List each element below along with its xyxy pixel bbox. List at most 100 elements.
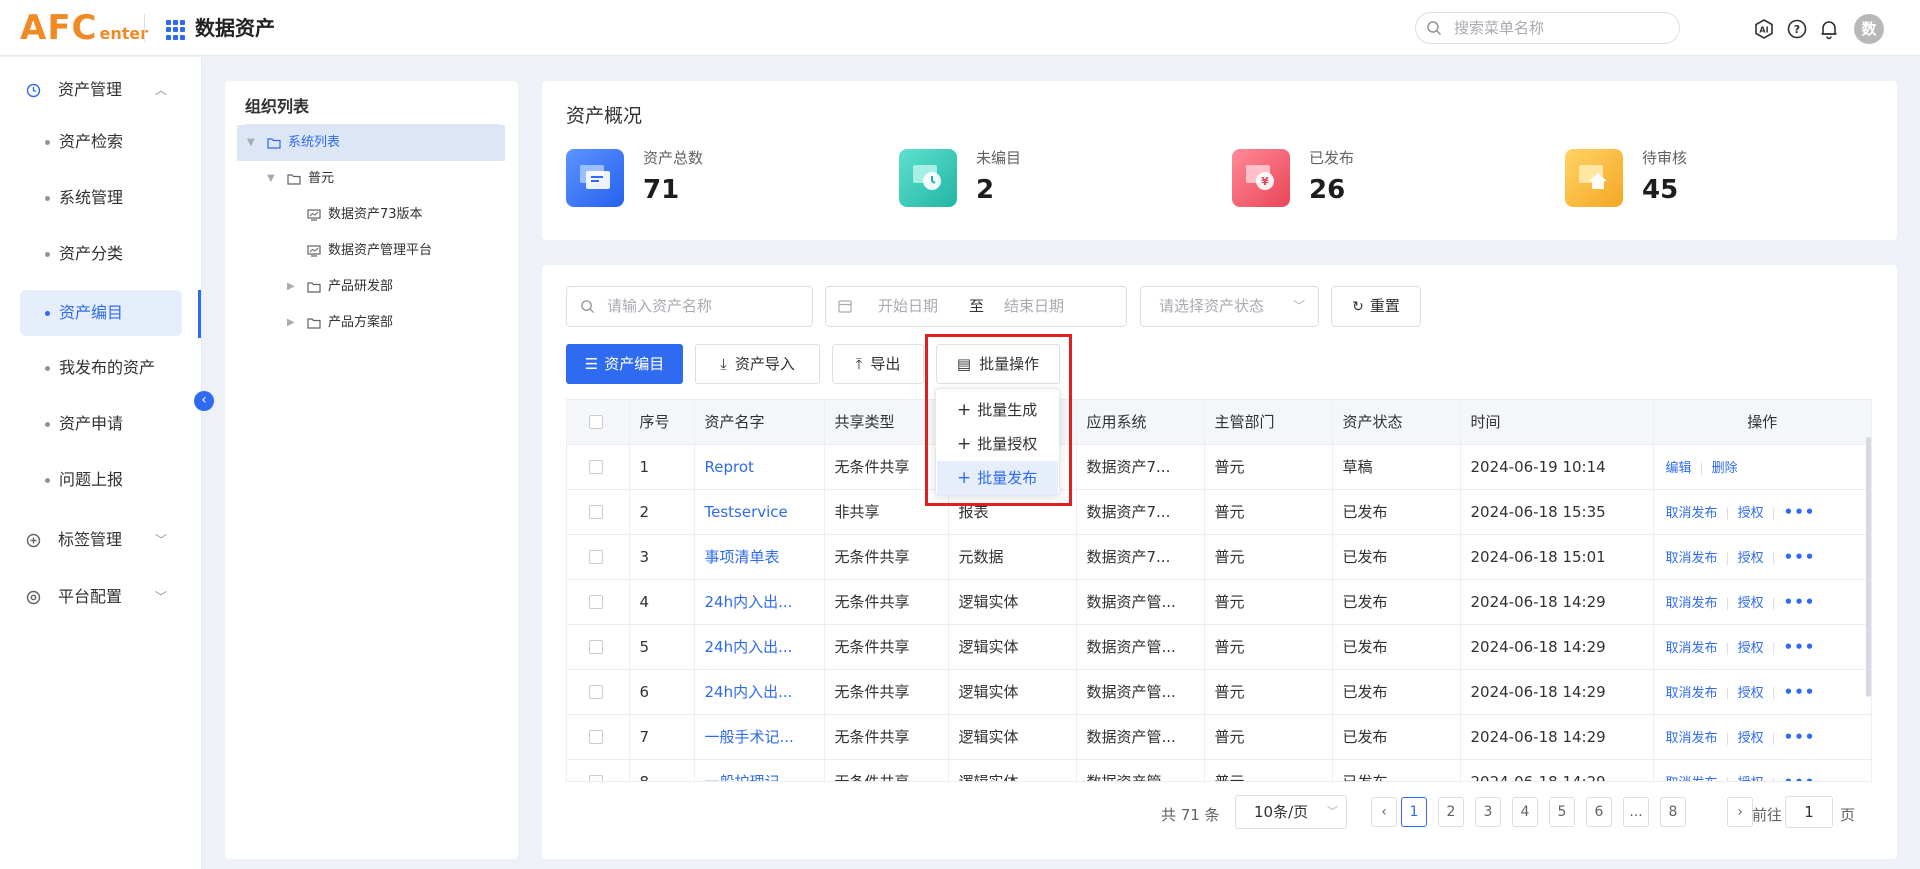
unpublish-link[interactable]: 取消发布 — [1666, 506, 1718, 521]
nav-group-platform-config[interactable]: 平台配置 ﹀ — [20, 579, 190, 615]
sidebar-item-asset-search[interactable]: 资产检索 — [20, 119, 182, 165]
asset-name-link[interactable]: 一般手术记... — [694, 714, 825, 760]
asset-name-link[interactable]: 24h内入出... — [694, 624, 825, 670]
asset-name-link[interactable]: 事项清单表 — [694, 534, 825, 580]
delete-link[interactable]: 删除 — [1712, 461, 1738, 476]
row-checkbox[interactable] — [567, 444, 630, 490]
edit-link[interactable]: 编辑 — [1666, 461, 1692, 476]
asset-name-link[interactable]: 24h内入出... — [694, 579, 825, 625]
menu-search-box[interactable] — [1415, 12, 1680, 44]
tree-node-system[interactable]: 数据资产管理平台 — [237, 233, 505, 269]
more-icon[interactable]: ••• — [1784, 548, 1816, 566]
sidebar-item-issue-report[interactable]: 问题上报 — [20, 457, 182, 503]
apps-grid-icon[interactable] — [166, 20, 186, 40]
authorize-link[interactable]: 授权 — [1738, 551, 1764, 566]
menu-search-input[interactable] — [1452, 14, 1672, 42]
cell-system: 数据资产管... — [1076, 669, 1205, 715]
tree-node-system-list[interactable]: ▼ 系统列表 — [237, 125, 505, 161]
asset-name-link[interactable]: 24h内入出... — [694, 669, 825, 715]
asset-name-search[interactable]: 请输入资产名称 — [566, 286, 813, 327]
authorize-link[interactable]: 授权 — [1738, 731, 1764, 746]
sidebar-item-system-management[interactable]: 系统管理 — [20, 175, 182, 221]
tree-node-product-rd[interactable]: ▶ 产品研发部 — [237, 269, 505, 305]
unpublish-link[interactable]: 取消发布 — [1666, 641, 1718, 656]
tree-node-puyuan[interactable]: ▼ 普元 — [237, 161, 505, 197]
more-icon[interactable]: ••• — [1784, 638, 1816, 656]
prev-page-button[interactable]: ‹ — [1371, 797, 1397, 827]
sidebar-item-asset-request[interactable]: 资产申请 — [20, 401, 182, 447]
bell-icon[interactable] — [1818, 18, 1840, 40]
table-row[interactable]: 3 事项清单表 无条件共享 元数据 数据资产7... 普元 已发布 2024-06-18 15… — [567, 534, 1871, 580]
end-date-placeholder[interactable]: 结束日期 — [1004, 287, 1064, 326]
authorize-link[interactable]: 授权 — [1738, 686, 1764, 701]
authorize-link[interactable]: 授权 — [1738, 596, 1764, 611]
asset-status-select[interactable]: 请选择资产状态 ﹀ — [1140, 286, 1319, 327]
row-checkbox[interactable] — [567, 669, 630, 715]
asset-name-link[interactable]: Reprot — [694, 444, 825, 490]
row-checkbox[interactable] — [567, 759, 630, 781]
sidebar-item-asset-catalog[interactable]: 资产编目 — [20, 290, 182, 336]
unpublish-link[interactable]: 取消发布 — [1666, 776, 1718, 781]
row-checkbox[interactable] — [567, 579, 630, 625]
start-date-placeholder[interactable]: 开始日期 — [878, 287, 938, 326]
authorize-link[interactable]: 授权 — [1738, 641, 1764, 656]
table-row[interactable]: 7 一般手术记... 无条件共享 逻辑实体 数据资产管... 普元 已发布 2024-06-1… — [567, 714, 1871, 760]
page-button[interactable]: 4 — [1512, 797, 1538, 827]
row-checkbox[interactable] — [567, 714, 630, 760]
help-icon[interactable]: ? — [1786, 18, 1808, 40]
caret-down-icon[interactable]: ▼ — [267, 161, 275, 197]
page-button[interactable]: 6 — [1586, 797, 1612, 827]
unpublish-link[interactable]: 取消发布 — [1666, 686, 1718, 701]
page-button[interactable]: 2 — [1438, 797, 1464, 827]
table-row[interactable]: 1 Reprot 无条件共享 数据资产7... 普元 草稿 2024-06-19 10:14… — [567, 444, 1871, 490]
table-row[interactable]: 2 Testservice 非共享 报表 数据资产7... 普元 已发布 2024-06-18… — [567, 489, 1871, 535]
authorize-link[interactable]: 授权 — [1738, 776, 1764, 781]
page-button[interactable]: 1 — [1401, 797, 1427, 827]
table-row[interactable]: 8 一般护理记... 无条件共享 逻辑实体 数据资产管... 普元 已发布 2024-06-1… — [567, 759, 1871, 781]
table-row[interactable]: 6 24h内入出... 无条件共享 逻辑实体 数据资产管... 普元 已发布 2024-06-… — [567, 669, 1871, 715]
app-logo[interactable]: AFC enter — [20, 8, 148, 54]
asset-name-link[interactable]: 一般护理记... — [694, 759, 825, 781]
sidebar-item-my-published[interactable]: 我发布的资产 — [20, 345, 182, 391]
select-all-checkbox[interactable] — [567, 400, 630, 445]
tree-node-product-solution[interactable]: ▶ 产品方案部 — [237, 305, 505, 341]
unpublish-link[interactable]: 取消发布 — [1666, 731, 1718, 746]
table-row[interactable]: 4 24h内入出... 无条件共享 逻辑实体 数据资产管... 普元 已发布 2024-06-… — [567, 579, 1871, 625]
more-icon[interactable]: ••• — [1784, 728, 1816, 746]
row-checkbox[interactable] — [567, 534, 630, 580]
reset-button[interactable]: ↻ 重置 — [1331, 286, 1421, 327]
nav-group-asset-management[interactable]: 资产管理 ︿ — [20, 72, 190, 108]
sidebar-item-asset-classification[interactable]: 资产分类 — [20, 231, 182, 277]
caret-right-icon[interactable]: ▶ — [287, 305, 295, 341]
more-icon[interactable]: ••• — [1784, 503, 1816, 521]
nav-group-tag-management[interactable]: 标签管理 ﹀ — [20, 522, 190, 558]
user-avatar[interactable]: 数 — [1854, 14, 1884, 44]
next-page-button[interactable]: › — [1727, 797, 1753, 827]
authorize-link[interactable]: 授权 — [1738, 506, 1764, 521]
sidebar-collapse-button[interactable]: ‹ — [194, 391, 214, 411]
page-size-select[interactable]: 10条/页 ﹀ — [1235, 795, 1347, 829]
unpublish-link[interactable]: 取消发布 — [1666, 596, 1718, 611]
asset-name-link[interactable]: Testservice — [694, 489, 825, 535]
catalog-button[interactable]: ☰ 资产编目 — [566, 344, 683, 384]
page-button[interactable]: 8 — [1660, 797, 1686, 827]
row-checkbox[interactable] — [567, 489, 630, 535]
more-icon[interactable]: ••• — [1784, 593, 1816, 611]
caret-right-icon[interactable]: ▶ — [287, 269, 295, 305]
goto-page-input[interactable]: 1 — [1785, 796, 1833, 828]
date-range-picker[interactable]: 开始日期 至 结束日期 — [825, 286, 1127, 327]
caret-down-icon[interactable]: ▼ — [247, 125, 255, 161]
export-button[interactable]: ⤒ 导出 — [832, 344, 924, 384]
more-pages-button[interactable]: ... — [1623, 797, 1649, 827]
page-button[interactable]: 5 — [1549, 797, 1575, 827]
table-row[interactable]: 5 24h内入出... 无条件共享 逻辑实体 数据资产管... 普元 已发布 2024-06-… — [567, 624, 1871, 670]
import-button[interactable]: ⤓ 资产导入 — [695, 344, 820, 384]
tree-node-system[interactable]: 数据资产73版本 — [237, 197, 505, 233]
more-icon[interactable]: ••• — [1784, 683, 1816, 701]
more-icon[interactable]: ••• — [1784, 773, 1816, 781]
row-checkbox[interactable] — [567, 624, 630, 670]
unpublish-link[interactable]: 取消发布 — [1666, 551, 1718, 566]
table-scrollbar[interactable] — [1866, 437, 1871, 697]
ai-assistant-icon[interactable]: AI — [1753, 18, 1775, 40]
page-button[interactable]: 3 — [1475, 797, 1501, 827]
